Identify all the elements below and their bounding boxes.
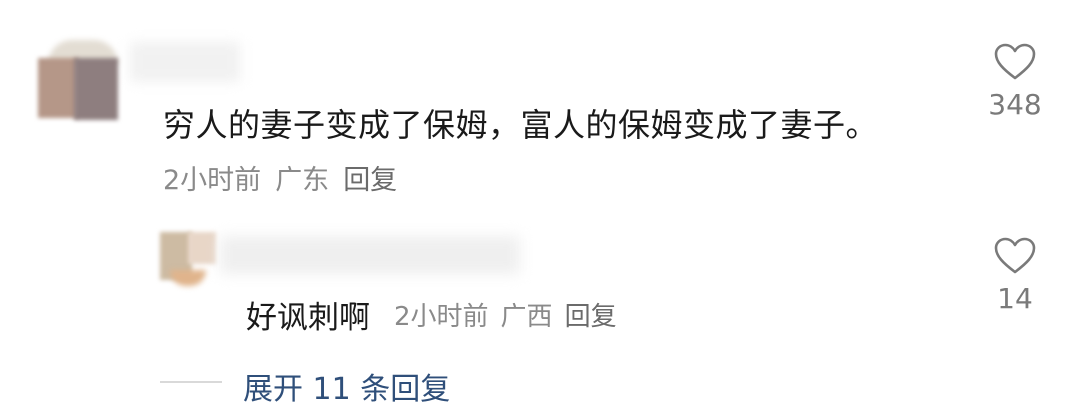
reply-button[interactable]: 回复: [343, 165, 397, 196]
heart-outline-icon: [994, 43, 1036, 80]
heart-outline-icon: [994, 237, 1036, 274]
reply-like-count: 14: [997, 282, 1033, 315]
expand-divider: [160, 381, 222, 383]
comment-text: 穷人的妻子变成了保姆，富人的保姆变成了妻子。: [163, 106, 879, 144]
reply-meta: 2小时前 广西 回复: [394, 296, 629, 333]
like-button[interactable]: 348: [985, 42, 1045, 121]
comment-meta: 2小时前 广东 回复: [163, 158, 411, 197]
username-blurred[interactable]: [130, 42, 240, 82]
avatar[interactable]: [34, 38, 128, 124]
comment-location: 广东: [275, 165, 330, 196]
reply-avatar[interactable]: [158, 226, 220, 288]
expand-replies-link[interactable]: 展开 11 条回复: [243, 364, 450, 408]
like-count: 348: [988, 88, 1042, 121]
reply-time: 2小时前: [394, 302, 489, 332]
reply-text: 好讽刺啊: [246, 300, 370, 336]
reply-location: 广西: [500, 302, 553, 332]
reply-username-blurred[interactable]: [220, 236, 520, 274]
comment-thread: 穷人的妻子变成了保姆，富人的保姆变成了妻子。 2小时前 广东 回复 348 好讽刺啊…: [0, 0, 1080, 416]
reply-reply-button[interactable]: 回复: [565, 302, 617, 332]
comment-time: 2小时前: [163, 165, 262, 196]
reply-like-button[interactable]: 14: [985, 236, 1045, 315]
